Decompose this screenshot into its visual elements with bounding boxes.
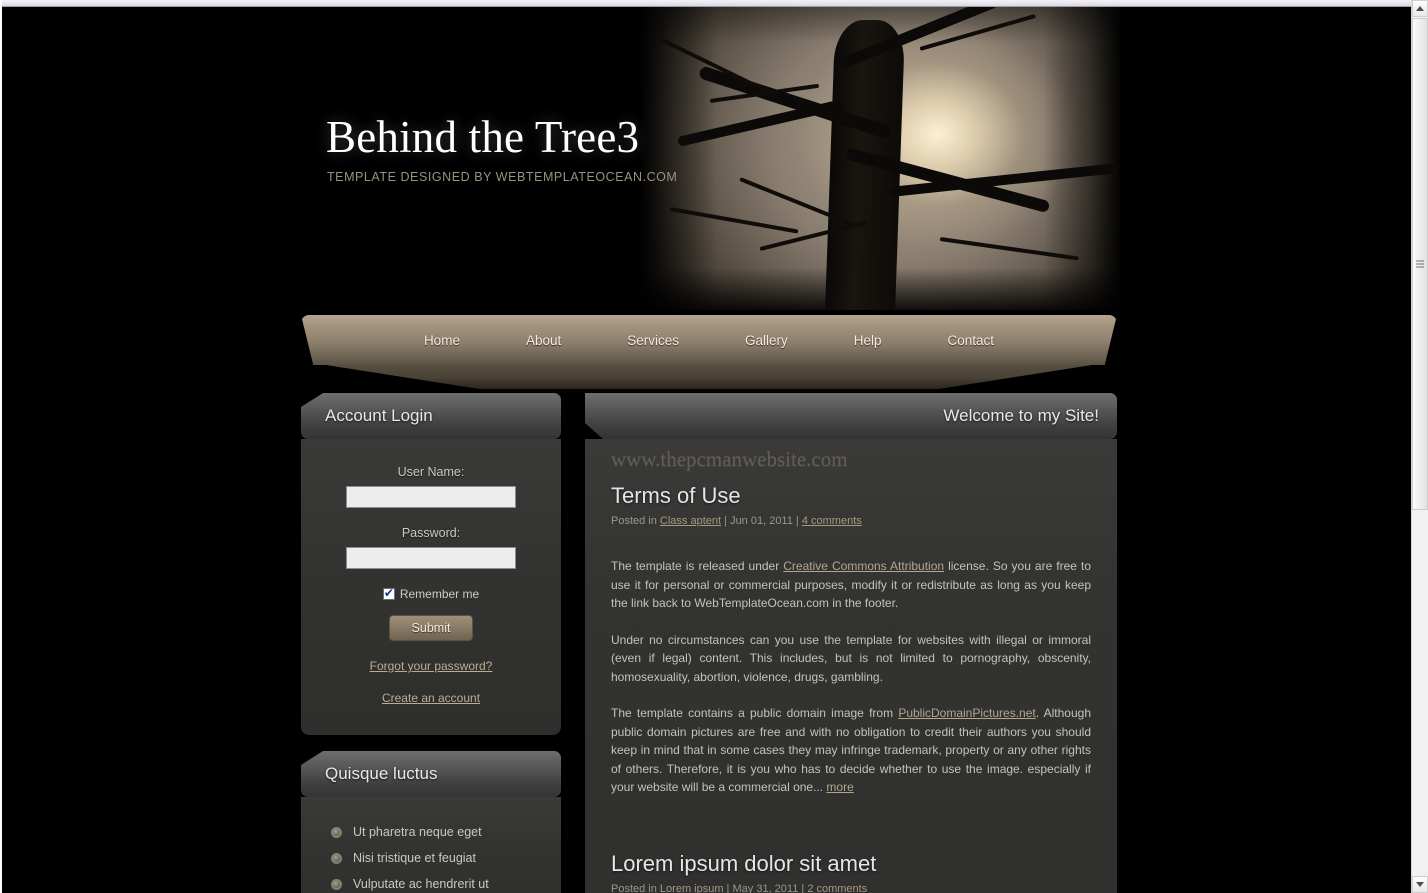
username-label: User Name: <box>397 465 465 479</box>
quisque-luctus-panel: Quisque luctus Ut pharetra neque eget Ni… <box>301 751 561 893</box>
password-label: Password: <box>401 526 461 540</box>
nav-skirt-shape <box>313 363 1105 389</box>
list-item-label: Nisi tristique et feugiat <box>353 851 476 865</box>
nav-item-gallery[interactable]: Gallery <box>727 327 806 354</box>
tree-branch-shape <box>676 98 845 147</box>
content-body: www.thepcmanwebsite.com Terms of Use Pos… <box>585 439 1117 893</box>
account-login-panel: Account Login User Name: Password: Remem… <box>301 393 561 735</box>
blog-post: Terms of Use Posted in Class aptent | Ju… <box>611 447 1091 797</box>
site-title: Behind the Tree3 <box>326 112 640 162</box>
post-paragraph: The template is released under Creative … <box>611 557 1091 613</box>
remember-me-label: Remember me <box>399 587 480 601</box>
post-meta-prefix: Posted in <box>611 882 660 893</box>
public-domain-pictures-link[interactable]: PublicDomainPictures.net <box>898 706 1035 720</box>
account-login-header: Account Login <box>301 393 561 439</box>
nav-item-help[interactable]: Help <box>836 327 900 354</box>
forgot-password-link[interactable]: Forgot your password? <box>301 659 561 673</box>
content-header: Welcome to my Site! <box>585 393 1117 439</box>
sidebar: Account Login User Name: Password: Remem… <box>301 393 561 893</box>
submit-button[interactable]: Submit <box>389 615 473 641</box>
scroll-up-icon[interactable] <box>1412 0 1428 17</box>
blog-post: Lorem ipsum dolor sit amet Posted in Lor… <box>611 815 1091 893</box>
tree-twig-shape <box>939 237 1079 261</box>
post-title: Lorem ipsum dolor sit amet <box>611 850 877 876</box>
post-paragraph: Under no circumstances can you use the t… <box>611 631 1091 687</box>
post-meta-sep: | <box>721 515 731 527</box>
password-input[interactable] <box>346 547 516 569</box>
vertical-scrollbar[interactable] <box>1411 0 1428 893</box>
list-item-label: Ut pharetra neque eget <box>353 825 482 839</box>
quisque-luctus-body: Ut pharetra neque eget Nisi tristique et… <box>301 797 561 893</box>
post-meta-sep: | <box>792 515 802 527</box>
list-item[interactable]: Vulputate ac hendrerit ut <box>331 871 561 893</box>
post-title: Terms of Use <box>611 483 741 508</box>
site-banner: Behind the Tree3 TEMPLATE DESIGNED BY WE… <box>2 7 1411 317</box>
post-date: May 31, 2011 <box>732 882 799 893</box>
circle-bullet-icon <box>331 826 342 838</box>
post-meta-sep: | <box>798 882 808 893</box>
username-input[interactable] <box>346 486 516 508</box>
circle-bullet-icon <box>331 878 342 890</box>
post-comments-link[interactable]: 2 comments <box>807 883 867 893</box>
list-item-label: Vulputate ac hendrerit ut <box>353 877 489 891</box>
scroll-down-arrow-glyph <box>1416 882 1424 887</box>
create-account-link[interactable]: Create an account <box>301 691 561 705</box>
browser-viewport: Behind the Tree3 TEMPLATE DESIGNED BY WE… <box>0 0 1428 893</box>
scroll-up-arrow-glyph <box>1416 6 1424 11</box>
read-more-link[interactable]: more <box>826 780 853 794</box>
list-item[interactable]: Ut pharetra neque eget <box>331 819 561 845</box>
browser-chrome-bar <box>0 0 1411 7</box>
quisque-luctus-header: Quisque luctus <box>301 751 561 797</box>
web-page: Behind the Tree3 TEMPLATE DESIGNED BY WE… <box>2 7 1411 893</box>
account-login-title: Account Login <box>325 406 433 425</box>
remember-me-checkbox[interactable] <box>382 586 395 600</box>
post-category-link[interactable]: Lorem ipsum <box>660 883 724 893</box>
post-category-link[interactable]: Class aptent <box>660 515 721 527</box>
main-content: Welcome to my Site! www.thepcmanwebsite.… <box>585 375 1117 893</box>
nav-item-contact[interactable]: Contact <box>930 327 1013 354</box>
creative-commons-link[interactable]: Creative Commons Attribution <box>783 559 944 573</box>
scrollbar-thumb[interactable] <box>1412 18 1428 510</box>
list-item[interactable]: Nisi tristique et feugiat <box>331 845 561 871</box>
tree-photo <box>640 7 1120 310</box>
scroll-down-icon[interactable] <box>1412 876 1428 893</box>
site-tagline: TEMPLATE DESIGNED BY WEBTEMPLATEOCEAN.CO… <box>327 170 678 184</box>
paragraph-text: The template is released under <box>611 559 784 573</box>
nav-item-about[interactable]: About <box>508 327 579 354</box>
post-paragraph: The template contains a public domain im… <box>611 704 1091 797</box>
nav-item-services[interactable]: Services <box>609 327 697 354</box>
post-meta: Posted in Lorem ipsum | May 31, 2011 | 2… <box>611 883 1091 893</box>
post-meta: Posted in Class aptent | Jun 01, 2011 | … <box>611 515 1091 527</box>
account-login-body: User Name: Password: Remember me Submit … <box>301 439 561 735</box>
main-navigation: Home About Services Gallery Help Contact <box>301 315 1117 391</box>
post-date: Jun 01, 2011 <box>730 515 793 527</box>
tree-twig-shape <box>659 37 769 94</box>
nav-item-home[interactable]: Home <box>406 327 478 354</box>
post-comments-link[interactable]: 4 comments <box>802 515 862 527</box>
remember-me-row[interactable]: Remember me <box>301 586 561 601</box>
paragraph-text: The template contains a public domain im… <box>611 706 899 720</box>
scrollbar-grip-icon <box>1416 260 1424 268</box>
circle-bullet-icon <box>331 852 342 864</box>
paragraph-text: Under no circumstances can you use the t… <box>611 632 1091 684</box>
post-meta-prefix: Posted in <box>611 515 660 527</box>
tree-twig-shape <box>669 207 799 234</box>
quisque-luctus-title: Quisque luctus <box>325 764 438 783</box>
nav-items: Home About Services Gallery Help Contact <box>301 315 1117 365</box>
welcome-title: Welcome to my Site! <box>943 406 1099 425</box>
